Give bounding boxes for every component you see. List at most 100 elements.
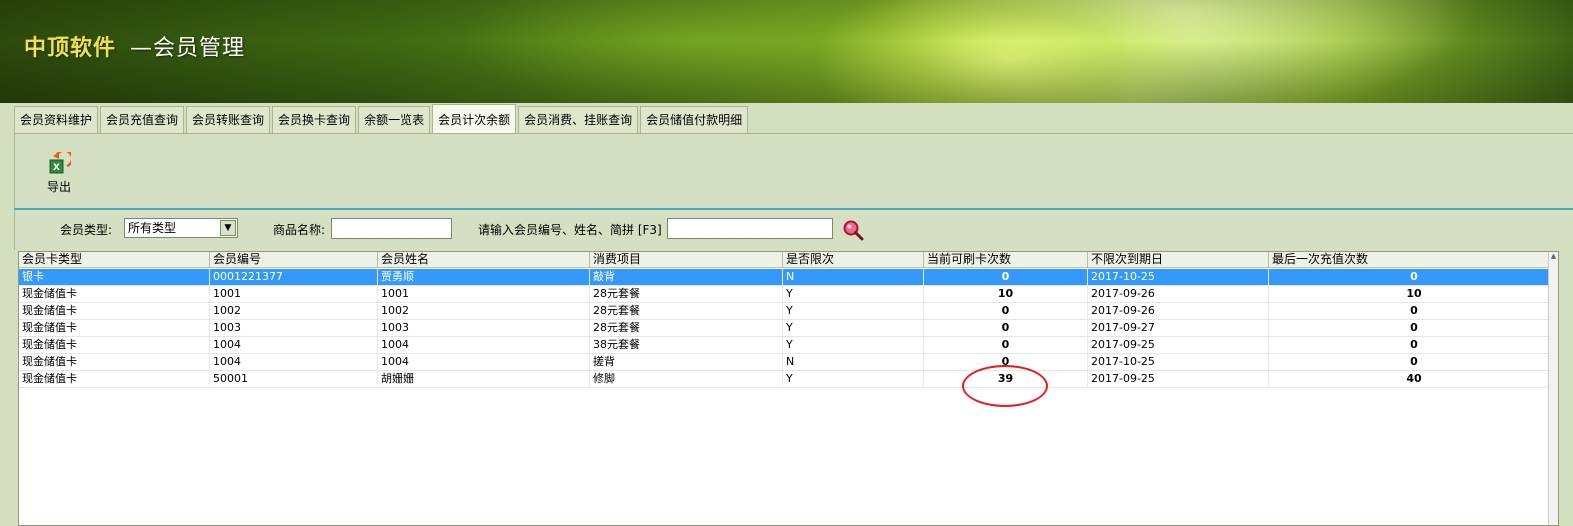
cell-consume-item: 搓背 [590,354,783,370]
scroll-up-icon[interactable]: ▲ [1549,252,1558,264]
cell-consume-item: 28元套餐 [590,320,783,336]
col-consume-item[interactable]: 消费项目 [590,252,783,267]
cell-last-recharge-count: 10 [1269,286,1558,302]
brand-name: 中顶软件 [24,35,117,61]
table-row[interactable]: 现金储值卡 50001 胡姗姗 修脚 Y 39 2017-09-25 40 [19,371,1558,388]
cell-consume-item: 28元套餐 [590,303,783,319]
cell-expire-date: 2017-09-26 [1088,303,1269,319]
cell-member-id: 1003 [210,320,378,336]
cell-member-name: 胡姗姗 [378,371,590,387]
annotation-circle [962,365,1048,407]
tab-member-profile[interactable]: 会员资料维护 [14,106,99,133]
tab-card-change-query[interactable]: 会员换卡查询 [272,106,357,133]
cell-limited: Y [783,303,924,319]
member-type-value: 所有类型 [128,221,177,235]
col-member-id[interactable]: 会员编号 [210,252,378,267]
cell-limited: Y [783,286,924,302]
table-row[interactable]: 银卡 0001221377 贾勇顺 敲背 N 0 2017-10-25 0 [19,269,1558,286]
cell-consume-item: 28元套餐 [590,286,783,302]
search-input[interactable] [667,218,833,239]
cell-last-recharge-count: 0 [1269,337,1558,353]
cell-remaining-count: 0 [924,320,1088,336]
cell-member-name: 1004 [378,337,590,353]
cell-remaining-count: 0 [924,303,1088,319]
cell-member-name: 1002 [378,303,590,319]
cell-member-name: 1003 [378,320,590,336]
tab-bar: 会员资料维护 会员充值查询 会员转账查询 会员换卡查询 余额一览表 会员计次余额… [14,104,750,133]
cell-card-type: 现金储值卡 [19,354,210,370]
export-label: 导出 [46,180,71,194]
table-row[interactable]: 现金储值卡 1004 1004 38元套餐 Y 0 2017-09-25 0 [19,337,1558,354]
tab-consumption-query[interactable]: 会员消费、挂账查询 [518,106,639,133]
cell-card-type: 现金储值卡 [19,303,210,319]
cell-member-id: 0001221377 [210,269,378,285]
tab-count-balance[interactable]: 会员计次余额 [432,104,517,133]
cell-card-type: 现金储值卡 [19,337,210,353]
cell-remaining-count: 0 [924,269,1088,285]
cell-limited: N [783,269,924,285]
col-last-recharge-count[interactable]: 最后一次充值次数 [1269,252,1558,267]
cell-member-id: 1001 [210,286,378,302]
cell-member-name: 1004 [378,354,590,370]
member-type-select[interactable]: 所有类型 ▼ [124,218,238,238]
cell-member-id: 1004 [210,354,378,370]
cell-card-type: 现金储值卡 [19,320,210,336]
member-type-label: 会员类型: [60,223,113,237]
tab-balance-overview[interactable]: 余额一览表 [358,106,431,133]
col-member-name[interactable]: 会员姓名 [378,252,590,267]
col-expire-date[interactable]: 不限次到期日 [1088,252,1269,267]
excel-export-icon: X [49,152,71,174]
member-count-table: 会员卡类型 会员编号 会员姓名 消费项目 是否限次 当前可刷卡次数 不限次到期日… [18,251,1559,526]
cell-consume-item: 修脚 [590,371,783,387]
cell-limited: Y [783,320,924,336]
cell-limited: Y [783,371,924,387]
cell-member-name: 1001 [378,286,590,302]
search-label: 请输入会员编号、姓名、简拼 [F3] [478,223,662,237]
header-banner: 中顶软件 —会员管理 [0,0,1573,103]
cell-expire-date: 2017-09-25 [1088,371,1269,387]
chevron-down-icon[interactable]: ▼ [220,220,236,236]
cell-remaining-count: 0 [924,337,1088,353]
col-limited[interactable]: 是否限次 [783,252,924,267]
toolbar: X 导出 [14,134,1573,209]
table-header: 会员卡类型 会员编号 会员姓名 消费项目 是否限次 当前可刷卡次数 不限次到期日… [19,252,1558,268]
cell-remaining-count: 10 [924,286,1088,302]
cell-card-type: 现金储值卡 [19,286,210,302]
table-row[interactable]: 现金储值卡 1001 1001 28元套餐 Y 10 2017-09-26 10 [19,286,1558,303]
cell-consume-item: 38元套餐 [590,337,783,353]
cell-member-id: 1004 [210,337,378,353]
cell-card-type: 银卡 [19,269,210,285]
cell-expire-date: 2017-10-25 [1088,269,1269,285]
cell-last-recharge-count: 0 [1269,320,1558,336]
cell-expire-date: 2017-09-27 [1088,320,1269,336]
cell-last-recharge-count: 0 [1269,303,1558,319]
cell-member-id: 1002 [210,303,378,319]
product-name-input[interactable] [331,218,452,239]
table-row[interactable]: 现金储值卡 1002 1002 28元套餐 Y 0 2017-09-26 0 [19,303,1558,320]
cell-expire-date: 2017-10-25 [1088,354,1269,370]
cell-last-recharge-count: 0 [1269,354,1558,370]
table-row[interactable]: 现金储值卡 1003 1003 28元套餐 Y 0 2017-09-27 0 [19,320,1558,337]
filter-bar: 会员类型: 所有类型 ▼ 商品名称: 请输入会员编号、姓名、简拼 [F3] [14,210,1573,250]
magnifier-search-icon[interactable] [842,219,864,241]
cell-consume-item: 敲背 [590,269,783,285]
cell-limited: Y [783,337,924,353]
cell-expire-date: 2017-09-25 [1088,337,1269,353]
table-row[interactable]: 现金储值卡 1004 1004 搓背 N 0 2017-10-25 0 [19,354,1558,371]
tab-stored-payment-detail[interactable]: 会员储值付款明细 [640,106,749,133]
tab-transfer-query[interactable]: 会员转账查询 [186,106,271,133]
product-name-label: 商品名称: [273,223,326,237]
cell-card-type: 现金储值卡 [19,371,210,387]
app-title: —会员管理 [130,36,246,61]
cell-expire-date: 2017-09-26 [1088,286,1269,302]
tab-recharge-query[interactable]: 会员充值查询 [100,106,185,133]
cell-member-id: 50001 [210,371,378,387]
cell-limited: N [783,354,924,370]
export-button[interactable]: X 导出 [43,152,75,195]
cell-last-recharge-count: 40 [1269,371,1558,387]
vertical-scrollbar[interactable]: ▲ [1548,252,1558,525]
col-card-type[interactable]: 会员卡类型 [19,252,210,267]
col-remaining-count[interactable]: 当前可刷卡次数 [924,252,1088,267]
cell-last-recharge-count: 0 [1269,269,1558,285]
cell-member-name: 贾勇顺 [378,269,590,285]
